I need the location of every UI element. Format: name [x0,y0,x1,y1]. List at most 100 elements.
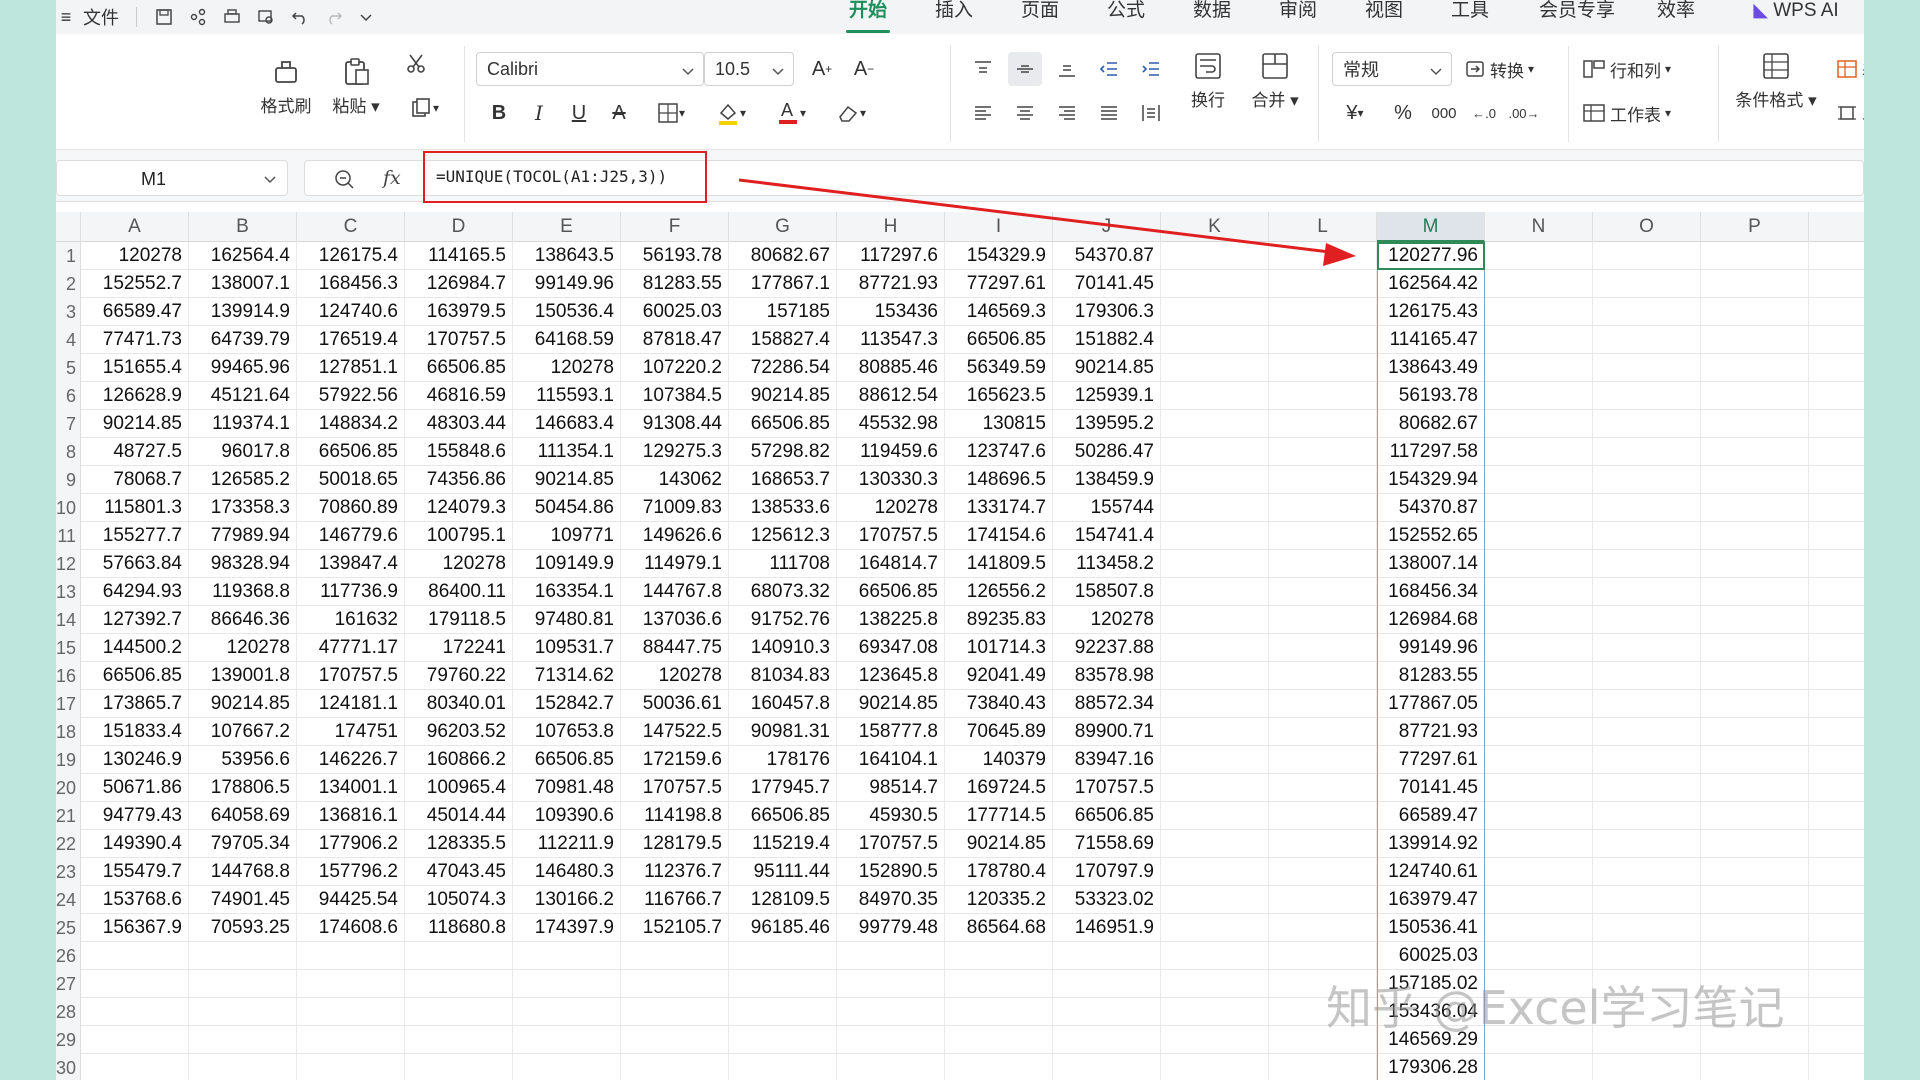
align-center-icon[interactable] [1008,96,1042,130]
cell-f4[interactable]: 87818.47 [621,326,729,354]
cell-b27[interactable] [189,970,297,998]
cell-g5[interactable]: 72286.54 [729,354,837,382]
zoom-icon[interactable] [333,168,355,190]
cell-p3[interactable] [1701,298,1809,326]
cell-d8[interactable]: 155848.6 [405,438,513,466]
fx-icon[interactable]: fx [383,167,401,189]
cell-h27[interactable] [837,970,945,998]
cell-a21[interactable]: 94779.43 [81,802,189,830]
cell-g23[interactable]: 95111.44 [729,858,837,886]
cell-k3[interactable] [1161,298,1269,326]
cell-l3[interactable] [1269,298,1377,326]
cell-l16[interactable] [1269,662,1377,690]
cell-i9[interactable]: 148696.5 [945,466,1053,494]
cell-n9[interactable] [1485,466,1593,494]
cell-a15[interactable]: 144500.2 [81,634,189,662]
cell-f13[interactable]: 144767.8 [621,578,729,606]
cell-i17[interactable]: 73840.43 [945,690,1053,718]
cell-j26[interactable] [1053,942,1161,970]
cell-l12[interactable] [1269,550,1377,578]
row-header[interactable]: 28 [56,998,81,1026]
cell-o7[interactable] [1593,410,1701,438]
cell-l21[interactable] [1269,802,1377,830]
cell-k27[interactable] [1161,970,1269,998]
cell-d5[interactable]: 66506.85 [405,354,513,382]
cell-b15[interactable]: 120278 [189,634,297,662]
cell-j1[interactable]: 54370.87 [1053,242,1161,270]
underline-icon[interactable]: U [562,96,596,130]
paste-button[interactable]: 粘贴 ▾ [326,52,386,117]
tab-insert[interactable]: 插入 [932,0,976,34]
borders-icon[interactable]: ▾ [646,96,696,130]
cell-l22[interactable] [1269,830,1377,858]
cell-h22[interactable]: 170757.5 [837,830,945,858]
cell-a22[interactable]: 149390.4 [81,830,189,858]
italic-icon[interactable]: I [522,96,556,130]
cell-a6[interactable]: 126628.9 [81,382,189,410]
cell-l6[interactable] [1269,382,1377,410]
cell-n3[interactable] [1485,298,1593,326]
cell-d17[interactable]: 80340.01 [405,690,513,718]
cell-n19[interactable] [1485,746,1593,774]
cell-k20[interactable] [1161,774,1269,802]
cell-o4[interactable] [1593,326,1701,354]
row-header[interactable]: 23 [56,858,81,886]
cell-h15[interactable]: 69347.08 [837,634,945,662]
cell-n25[interactable] [1485,914,1593,942]
fill-color-icon[interactable]: ▾ [706,96,756,130]
cell-b21[interactable]: 64058.69 [189,802,297,830]
cell-l25[interactable] [1269,914,1377,942]
cell-b26[interactable] [189,942,297,970]
decrease-indent-icon[interactable] [1092,52,1126,86]
cell-h21[interactable]: 45930.5 [837,802,945,830]
cell-c20[interactable]: 134001.1 [297,774,405,802]
cell-d2[interactable]: 126984.7 [405,270,513,298]
cell-d29[interactable] [405,1026,513,1054]
cell-f20[interactable]: 170757.5 [621,774,729,802]
cell-l19[interactable] [1269,746,1377,774]
cell-d12[interactable]: 120278 [405,550,513,578]
more-chevron-icon[interactable] [351,0,381,34]
cell-g22[interactable]: 115219.4 [729,830,837,858]
cell-p9[interactable] [1701,466,1809,494]
cell-j20[interactable]: 170757.5 [1053,774,1161,802]
cell-j21[interactable]: 66506.85 [1053,802,1161,830]
cell-b6[interactable]: 45121.64 [189,382,297,410]
cell-o23[interactable] [1593,858,1701,886]
cell-e25[interactable]: 174397.9 [513,914,621,942]
cell-b19[interactable]: 53956.6 [189,746,297,774]
cell-a24[interactable]: 153768.6 [81,886,189,914]
cell-k26[interactable] [1161,942,1269,970]
cell-o16[interactable] [1593,662,1701,690]
cell-e10[interactable]: 50454.86 [513,494,621,522]
cell-b13[interactable]: 119368.8 [189,578,297,606]
cell-h20[interactable]: 98514.7 [837,774,945,802]
cell-o19[interactable] [1593,746,1701,774]
cell-h24[interactable]: 84970.35 [837,886,945,914]
cell-f19[interactable]: 172159.6 [621,746,729,774]
cell-style-button[interactable]: 单元格 [1836,96,1864,130]
cell-g1[interactable]: 80682.67 [729,242,837,270]
font-color-icon[interactable]: A ▾ [766,96,816,130]
cell-m30[interactable]: 179306.28 [1377,1054,1485,1080]
cell-k28[interactable] [1161,998,1269,1026]
cell-g4[interactable]: 158827.4 [729,326,837,354]
cell-d15[interactable]: 172241 [405,634,513,662]
cell-a25[interactable]: 156367.9 [81,914,189,942]
cell-a11[interactable]: 155277.7 [81,522,189,550]
cell-p24[interactable] [1701,886,1809,914]
rows-cols-button[interactable]: 行和列 ▾ [1582,54,1671,84]
cell-d11[interactable]: 100795.1 [405,522,513,550]
cell-o30[interactable] [1593,1054,1701,1080]
cell-a12[interactable]: 57663.84 [81,550,189,578]
file-menu[interactable]: 文件 [76,0,126,34]
worksheet-button[interactable]: 工作表 ▾ [1582,96,1671,130]
tab-review[interactable]: 审阅 [1276,0,1320,34]
cell-a16[interactable]: 66506.85 [81,662,189,690]
cell-c3[interactable]: 124740.6 [297,298,405,326]
cell-g2[interactable]: 177867.1 [729,270,837,298]
cell-j3[interactable]: 179306.3 [1053,298,1161,326]
column-header-i[interactable]: I [945,212,1053,242]
cell-i18[interactable]: 70645.89 [945,718,1053,746]
cell-e12[interactable]: 109149.9 [513,550,621,578]
